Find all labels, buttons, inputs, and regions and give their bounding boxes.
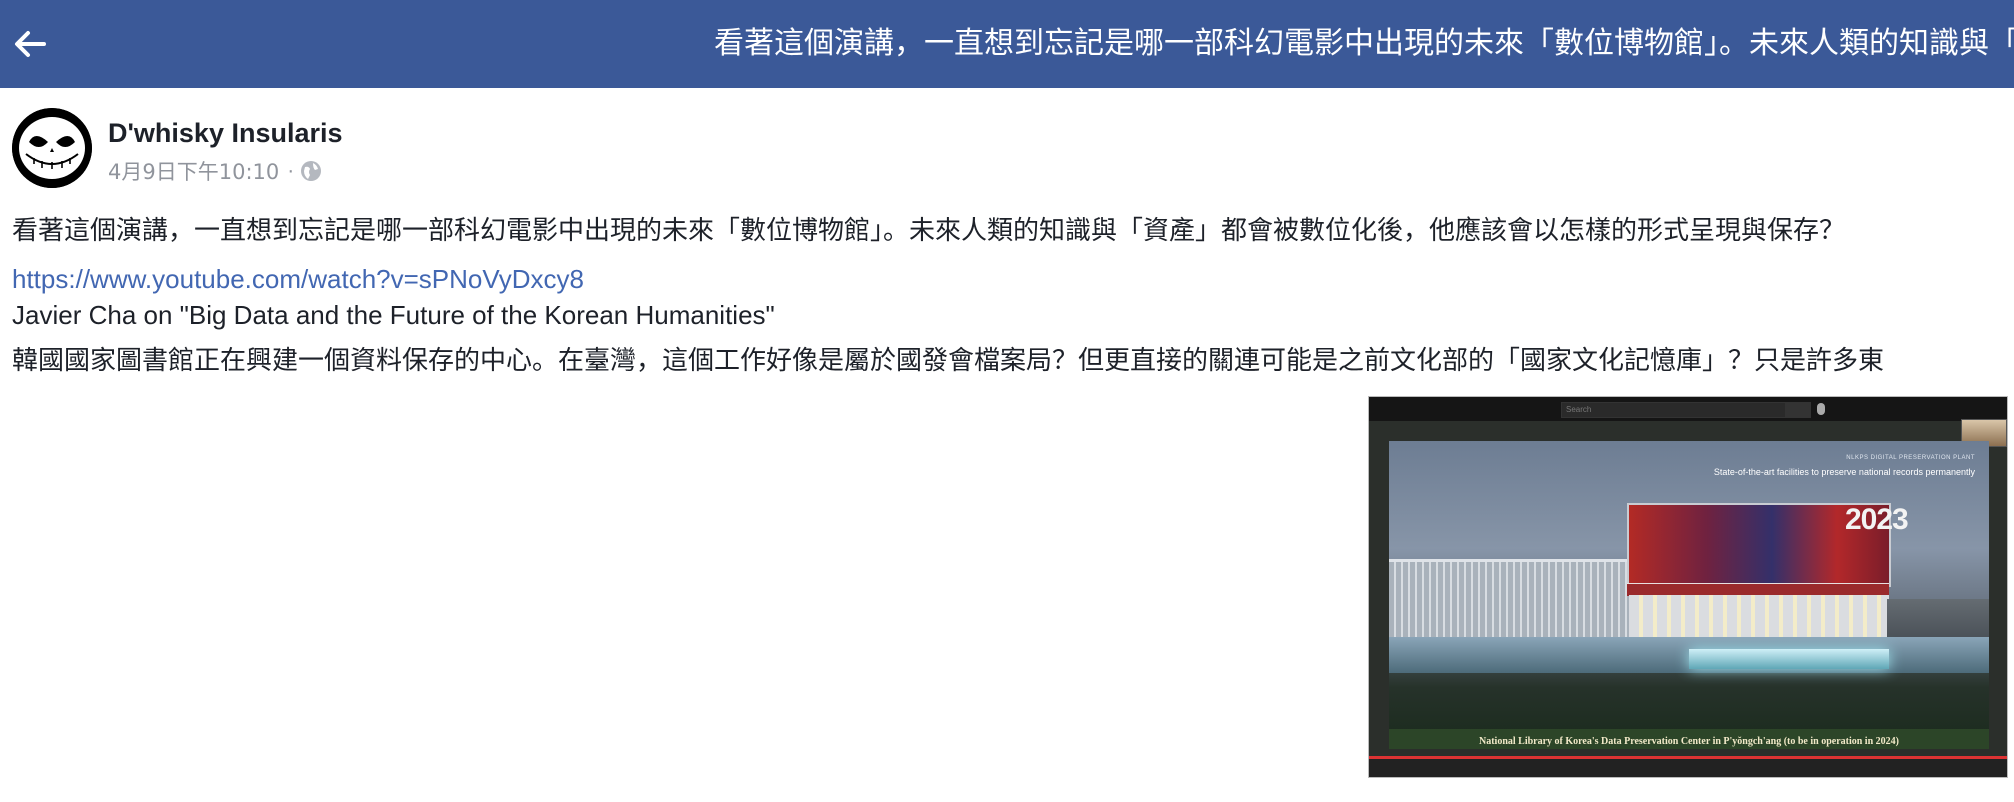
author-name[interactable]: D'whisky Insularis xyxy=(108,118,343,149)
video-title-line: Javier Cha on "Big Data and the Future o… xyxy=(12,300,775,330)
top-bar: 看著這個演講，一直想到忘記是哪一部科幻電影中出現的未來「數位博物館」。未來人類的… xyxy=(0,0,2014,88)
video-link[interactable]: https://www.youtube.com/watch?v=sPNoVyDx… xyxy=(12,262,584,296)
arrow-left-icon xyxy=(15,31,46,57)
video-footer xyxy=(1369,759,2007,777)
building-left-wing xyxy=(1389,559,1629,648)
post-meta: 4月9日下午10:10 · xyxy=(108,156,322,186)
globe-icon xyxy=(301,161,322,181)
slide-image: 2023 NLKPS DIGITAL PRESERVATION PLANT St… xyxy=(1389,441,1989,749)
slide-subtitle: State-of-the-art facilities to preserve … xyxy=(1713,467,1975,477)
microphone-icon xyxy=(1817,403,1825,415)
video-search-input: Search xyxy=(1561,402,1787,418)
video-search-icon xyxy=(1785,402,1811,418)
slide-caption: National Library of Korea's Data Preserv… xyxy=(1479,736,1899,747)
slide-label: NLKPS DIGITAL PRESERVATION PLANT xyxy=(1846,455,1975,461)
video-toolbar: Search xyxy=(1369,397,2007,421)
post-timestamp[interactable]: 4月9日下午10:10 xyxy=(108,156,279,186)
post-paragraph-2: 韓國國家圖書館正在興建一個資料保存的中心。在臺灣，這個工作好像是屬於國發會檔案局… xyxy=(12,346,1885,376)
water-feature xyxy=(1689,649,1889,669)
page-title: 看著這個演講，一直想到忘記是哪一部科幻電影中出現的未來「數位博物館」。未來人類的… xyxy=(714,26,2014,61)
post-paragraph-1: 看著這個演講，一直想到忘記是哪一部科幻電影中出現的未來「數位博物館」。未來人類的… xyxy=(12,216,1846,246)
avatar[interactable] xyxy=(12,108,92,188)
video-embed[interactable]: Search 2023 NLKPS DIGITAL PRESERVATION P… xyxy=(1368,396,2008,778)
meta-separator: · xyxy=(287,159,295,182)
back-button[interactable] xyxy=(10,22,54,66)
skull-avatar-icon xyxy=(12,108,92,188)
slide-year: 2023 xyxy=(1845,503,1909,536)
